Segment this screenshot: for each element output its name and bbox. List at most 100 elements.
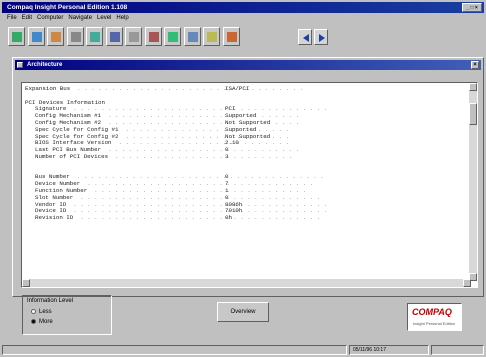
display-button[interactable]: [86, 27, 103, 46]
keyboard-button[interactable]: [125, 27, 142, 46]
scroll-thumb[interactable]: [469, 103, 477, 125]
detail-value: Not Supported: [225, 119, 271, 126]
detail-row: Spec Cycle for Config #2 . . . . . . . .…: [25, 134, 465, 141]
network-button[interactable]: [105, 27, 123, 46]
leader-dots: . . . . . . . . . . . . . . . . . . . . …: [66, 106, 328, 113]
menu-bar: File Edit Computer Navigate Level Help: [2, 13, 484, 23]
detail-row: PCI Devices Information: [25, 100, 465, 107]
storage-button[interactable]: [66, 27, 84, 46]
system-menu-icon[interactable]: [17, 62, 23, 68]
detail-value: 1: [225, 187, 229, 194]
computer-icon: [12, 32, 22, 42]
detail-row: Config Mechanism #1 . . . . . . . . . . …: [25, 113, 465, 120]
detail-label: Spec Cycle for Config #2 . . . . . . . .…: [35, 133, 289, 140]
printer-icon: [148, 32, 159, 42]
back-button[interactable]: [298, 29, 312, 45]
detail-label: Spec Cycle for Config #1 . . . . . . . .…: [35, 126, 289, 133]
status-datetime: 05/11/96 10:17: [349, 345, 429, 355]
detail-label: Device Number . . . . . . . . . . . . . …: [35, 181, 314, 188]
detail-label: Expansion Bus . . . . . . . . . . . . . …: [25, 86, 304, 92]
detail-value: Supported: [225, 113, 257, 120]
menu-file[interactable]: File: [7, 15, 17, 21]
memory-icon: [51, 32, 61, 42]
leader-dots: . . . . . . . . . . . . . . . . . . . . …: [70, 86, 304, 92]
printer-button[interactable]: [144, 27, 162, 46]
detail-label: Last PCI Bus Number . . . . . . . . . . …: [35, 147, 300, 154]
status-bar: 05/11/96 10:17: [2, 345, 484, 355]
level-option-less[interactable]: Less: [31, 309, 52, 315]
logo-tagline: Insight Personal Edition: [413, 321, 456, 326]
detail-row: Device Number . . . . . . . . . . . . . …: [25, 181, 465, 188]
scroll-up-icon[interactable]: [469, 83, 477, 91]
leader-dots: . . . . . . . . . . . . . . . . . . . . …: [66, 201, 328, 208]
tools-icon: [207, 32, 217, 42]
scroll-right-icon[interactable]: [463, 279, 471, 287]
computer-button[interactable]: [8, 27, 25, 46]
detail-label: BIOS Interface Version . . . . . . . . .…: [35, 140, 289, 147]
information-level-group: Information Level Less More: [22, 295, 112, 335]
detail-label: Number of PCI Devices . . . . . . . . . …: [35, 153, 293, 160]
menu-navigate[interactable]: Navigate: [68, 15, 92, 21]
monitor-button[interactable]: [183, 27, 201, 46]
detail-row: [25, 93, 465, 100]
detail-label: Config Mechanism #1 . . . . . . . . . . …: [35, 113, 300, 120]
architecture-button[interactable]: [164, 27, 181, 46]
detail-value: 0: [225, 147, 229, 154]
menu-level[interactable]: Level: [97, 15, 111, 21]
display-icon: [90, 32, 100, 42]
leader-dots: . . . . . . . . . . . . . . . . . . . . …: [108, 153, 293, 160]
leader-dots: . . . . . . . . . . . . . . . . . . . . …: [101, 147, 300, 154]
overview-button[interactable]: Overview: [217, 302, 269, 322]
detail-row: Last PCI Bus Number . . . . . . . . . . …: [25, 147, 465, 154]
detail-value: PCI: [225, 106, 236, 113]
leader-dots: . . . . . . . . . . . . . . . . . . . . …: [118, 126, 289, 133]
leader-dots: . . . . . . . . . . . . . . . . . . . . …: [73, 215, 321, 222]
forward-button[interactable]: [314, 29, 328, 45]
menu-edit[interactable]: Edit: [22, 15, 32, 21]
system-board-button[interactable]: [27, 27, 45, 46]
detail-row: Expansion Bus . . . . . . . . . . . . . …: [25, 86, 465, 93]
detail-label: Function Number . . . . . . . . . . . . …: [35, 187, 307, 194]
status-message: [2, 345, 347, 355]
detail-value: ISA/PCI: [225, 86, 250, 92]
app-window: Compaq Insight Personal Edition 1.108 _ …: [2, 2, 484, 355]
detail-row: Config Mechanism #2 . . . . . . . . . . …: [25, 120, 465, 127]
information-level-caption: Information Level: [27, 298, 74, 304]
network-icon: [109, 32, 120, 42]
fan-button[interactable]: [222, 27, 240, 46]
forward-arrow-icon: [319, 34, 325, 42]
detail-row: [25, 161, 465, 168]
detail-label: Signature . . . . . . . . . . . . . . . …: [35, 106, 328, 113]
detail-value: Supported: [225, 126, 257, 133]
detail-label: Device ID . . . . . . . . . . . . . . . …: [35, 208, 328, 215]
menu-computer[interactable]: Computer: [37, 15, 63, 21]
level-option-more[interactable]: More: [31, 319, 53, 325]
menu-help[interactable]: Help: [116, 15, 128, 21]
radio-icon[interactable]: [31, 309, 36, 314]
title-bar: Compaq Insight Personal Edition 1.108 _ …: [2, 2, 484, 13]
horizontal-scrollbar[interactable]: [22, 279, 471, 287]
detail-label: Config Mechanism #2 . . . . . . . . . . …: [35, 119, 300, 126]
memory-button[interactable]: [47, 27, 64, 46]
detail-value: 8086h: [225, 201, 243, 208]
back-arrow-icon: [303, 34, 309, 42]
details-list: Expansion Bus . . . . . . . . . . . . . …: [25, 86, 465, 222]
window-controls[interactable]: _ □ ×: [462, 3, 482, 12]
detail-value: Not Supported: [225, 133, 271, 140]
radio-icon[interactable]: [31, 319, 36, 324]
detail-value: 2.10: [225, 140, 239, 147]
monitor-icon: [187, 32, 198, 42]
detail-label: Bus Number . . . . . . . . . . . . . . .…: [35, 174, 324, 181]
close-icon[interactable]: ×: [471, 61, 479, 69]
detail-row: [25, 168, 465, 175]
detail-row: Device ID . . . . . . . . . . . . . . . …: [25, 208, 465, 215]
vertical-scrollbar[interactable]: [469, 83, 477, 281]
tools-button[interactable]: [203, 27, 220, 46]
detail-row: Signature . . . . . . . . . . . . . . . …: [25, 106, 465, 113]
storage-icon: [70, 32, 81, 42]
scroll-left-icon[interactable]: [22, 279, 30, 287]
detail-label: PCI Devices Information: [25, 99, 106, 106]
detail-row: Vendor ID . . . . . . . . . . . . . . . …: [25, 202, 465, 209]
detail-label: Slot Number . . . . . . . . . . . . . . …: [35, 194, 321, 201]
compaq-logo: COMPAQ Insight Personal Edition: [407, 303, 462, 331]
